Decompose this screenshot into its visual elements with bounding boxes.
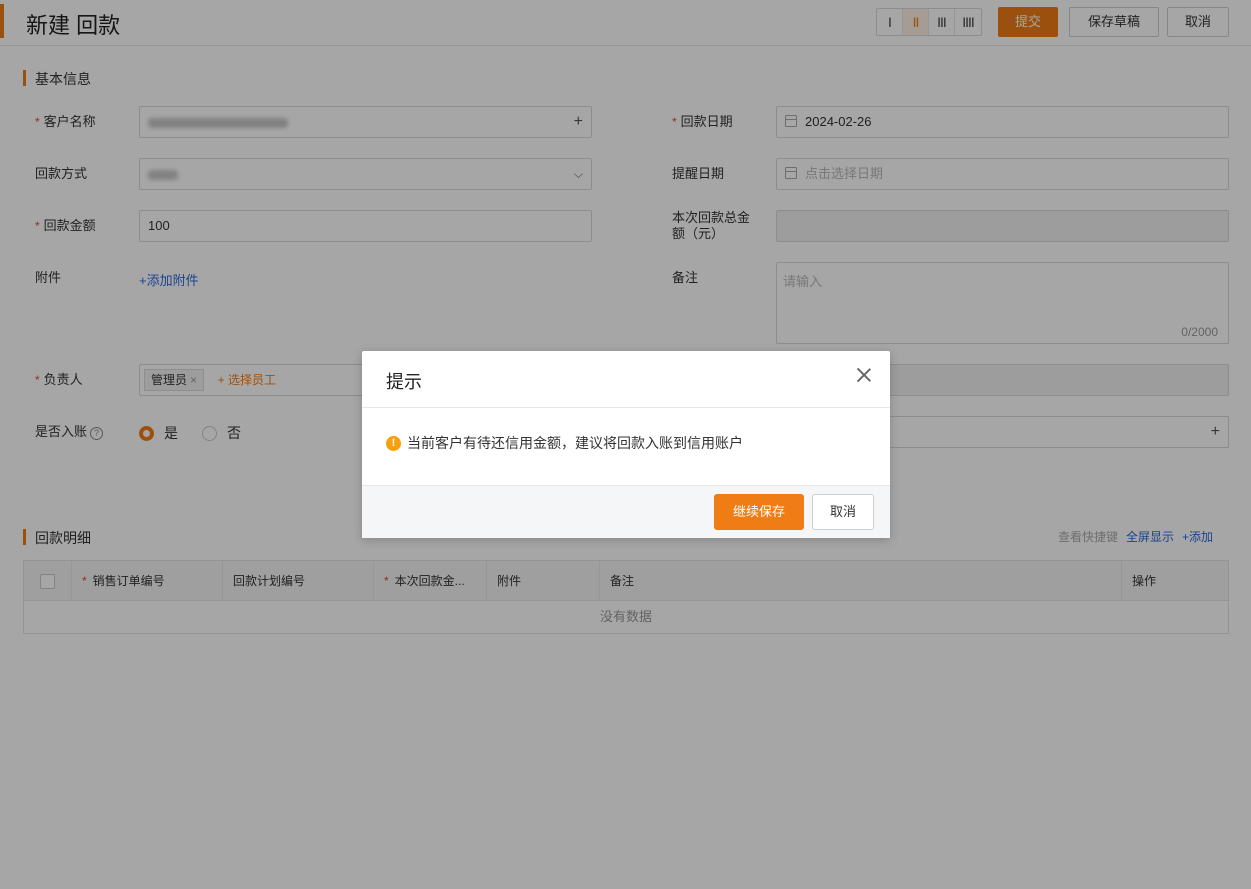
continue-save-button[interactable]: 继续保存	[714, 494, 804, 530]
close-icon[interactable]	[854, 365, 874, 385]
dialog-header: 提示	[362, 351, 890, 408]
prompt-dialog: 提示 ! 当前客户有待还信用金额，建议将回款入账到信用账户 继续保存 取消	[362, 351, 890, 538]
dialog-message: 当前客户有待还信用金额，建议将回款入账到信用账户	[407, 435, 743, 451]
dialog-cancel-button[interactable]: 取消	[812, 494, 874, 530]
dialog-footer: 继续保存 取消	[362, 485, 890, 538]
dialog-title: 提示	[386, 372, 422, 392]
warning-icon: !	[386, 435, 401, 451]
dialog-body: ! 当前客户有待还信用金额，建议将回款入账到信用账户	[386, 433, 743, 453]
